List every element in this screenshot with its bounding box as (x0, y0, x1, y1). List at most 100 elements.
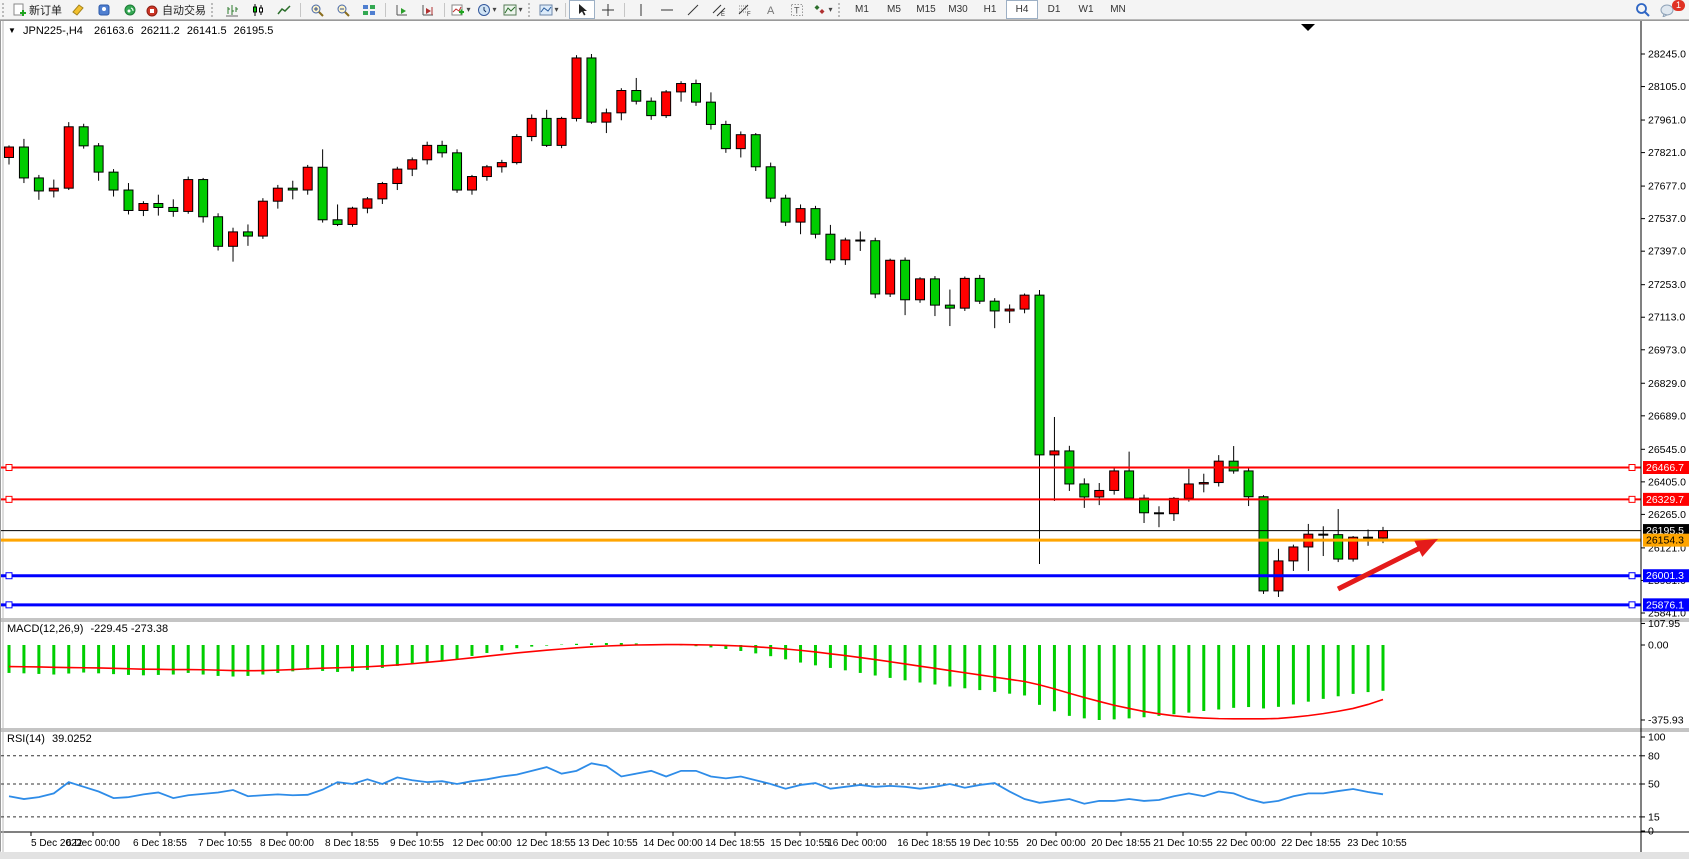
timeframe-h1-button[interactable]: H1 (974, 0, 1006, 19)
metaeditor-button[interactable] (65, 0, 91, 19)
candle-body (453, 153, 462, 190)
horizontal-line-button[interactable] (654, 0, 680, 19)
autotrading-button[interactable]: 自动交易 (143, 0, 209, 19)
line-anchor-handle[interactable] (1629, 573, 1635, 579)
macd-name: MACD(12,26,9) (7, 623, 83, 635)
text-label-button[interactable]: T (784, 0, 810, 19)
candle-body (781, 198, 790, 222)
candle-body (1199, 483, 1208, 484)
time-tick-label: 21 Dec 10:55 (1153, 838, 1213, 849)
notifications-button[interactable]: 1 (1655, 0, 1681, 19)
candle-body (94, 146, 103, 172)
timeframe-mn-button[interactable]: MN (1102, 0, 1134, 19)
candle-body (736, 135, 745, 149)
rsi-value: 39.0252 (52, 733, 92, 745)
caret-down-icon: ▾ (518, 5, 522, 14)
candle-body (467, 177, 476, 190)
candle-body (1244, 471, 1253, 497)
chart-type-dropdown[interactable]: ▾ (536, 0, 562, 19)
new-order-label: 新订单 (29, 2, 62, 18)
text-label-icon: T (790, 3, 804, 17)
chart-shift-button[interactable] (415, 0, 441, 19)
periods-button[interactable]: ▾ (474, 0, 500, 19)
candle-body (303, 167, 312, 190)
line-anchor-handle[interactable] (6, 465, 12, 471)
fibonacci-button[interactable]: F (732, 0, 758, 19)
bar-chart-button[interactable] (219, 0, 245, 19)
timeframe-h4-button[interactable]: H4 (1006, 0, 1038, 19)
indicators-button[interactable]: ▾ (448, 0, 474, 19)
candle-body (423, 145, 432, 159)
signals-button[interactable] (117, 0, 143, 19)
templates-button[interactable]: ▾ (500, 0, 526, 19)
rsi-tick-label: 15 (1648, 811, 1660, 823)
notification-badge: 1 (1672, 0, 1685, 11)
timeframe-d1-button[interactable]: D1 (1038, 0, 1070, 19)
line-anchor-handle[interactable] (6, 602, 12, 608)
line-anchor-handle[interactable] (1629, 602, 1635, 608)
crosshair-icon (601, 3, 615, 17)
zoom-in-button[interactable] (304, 0, 330, 19)
rsi-tick-label: 80 (1648, 750, 1660, 762)
line-anchor-handle[interactable] (6, 496, 12, 502)
caret-down-icon: ▾ (554, 5, 558, 14)
tile-windows-button[interactable] (356, 0, 382, 19)
candle-body (243, 232, 252, 236)
crosshair-button[interactable] (595, 0, 621, 19)
candlestick-chart-button[interactable] (245, 0, 271, 19)
line-anchor-handle[interactable] (1629, 496, 1635, 502)
toolbar-grip[interactable] (2, 3, 8, 17)
auto-scroll-button[interactable] (389, 0, 415, 19)
new-order-button[interactable]: 新订单 (10, 0, 65, 19)
time-tick-label: 13 Dec 10:55 (578, 838, 638, 849)
toolbar-separator (444, 3, 445, 17)
toolbar-grip[interactable] (528, 3, 534, 17)
text-button[interactable]: A (758, 0, 784, 19)
vertical-line-button[interactable] (628, 0, 654, 19)
timeframe-m30-button[interactable]: M30 (942, 0, 974, 19)
time-tick-label: 15 Dec 10:55 (770, 838, 830, 849)
timeframe-m1-button[interactable]: M1 (846, 0, 878, 19)
quote-high: 26211.2 (141, 25, 180, 37)
price-tick-label: 27537.0 (1648, 213, 1686, 225)
indicators-icon (451, 3, 465, 17)
line-anchor-handle[interactable] (6, 573, 12, 579)
line-chart-button[interactable] (271, 0, 297, 19)
candle-body (1319, 534, 1328, 535)
toolbar-grip[interactable] (838, 3, 844, 17)
time-tick-label: 20 Dec 00:00 (1026, 838, 1086, 849)
search-button[interactable] (1629, 0, 1655, 19)
timeframe-m15-button[interactable]: M15 (910, 0, 942, 19)
price-tick-label: 28245.0 (1648, 49, 1686, 61)
zoom-out-button[interactable] (330, 0, 356, 19)
symbol-dropdown-icon[interactable]: ▼ (8, 26, 16, 35)
price-tick-label: 26829.0 (1648, 378, 1686, 390)
price-tick-label: 26405.0 (1648, 476, 1686, 488)
cursor-icon (575, 3, 589, 17)
candle-body (945, 305, 954, 308)
toolbar-grip[interactable] (211, 3, 217, 17)
candle-body (721, 124, 730, 148)
timeframe-w1-button[interactable]: W1 (1070, 0, 1102, 19)
community-button[interactable] (91, 0, 117, 19)
candle-body (1050, 451, 1059, 455)
time-tick-label: 12 Dec 00:00 (452, 838, 512, 849)
candle-body (811, 209, 820, 235)
price-label-chip-text: 25876.1 (1646, 599, 1684, 611)
cursor-button[interactable] (569, 0, 595, 19)
price-tick-label: 27821.0 (1648, 147, 1686, 159)
time-tick-label: 8 Dec 18:55 (325, 838, 379, 849)
arrows-button[interactable]: ▾ (810, 0, 836, 19)
toolbar-separator (565, 3, 566, 17)
price-label-chip-text: 26466.7 (1646, 462, 1684, 474)
time-tick-label: 23 Dec 10:55 (1347, 838, 1407, 849)
svg-text:F: F (747, 12, 751, 17)
autotrading-label: 自动交易 (162, 2, 206, 18)
trendline-button[interactable] (680, 0, 706, 19)
candlestick-chart-icon (251, 3, 265, 17)
price-chart[interactable]: 28245.028105.027961.027821.027677.027537… (1, 21, 1689, 852)
timeframe-m5-button[interactable]: M5 (878, 0, 910, 19)
line-anchor-handle[interactable] (1629, 465, 1635, 471)
macd-label: MACD(12,26,9) -229.45 -273.38 (7, 623, 168, 635)
equidistant-channel-button[interactable]: E (706, 0, 732, 19)
